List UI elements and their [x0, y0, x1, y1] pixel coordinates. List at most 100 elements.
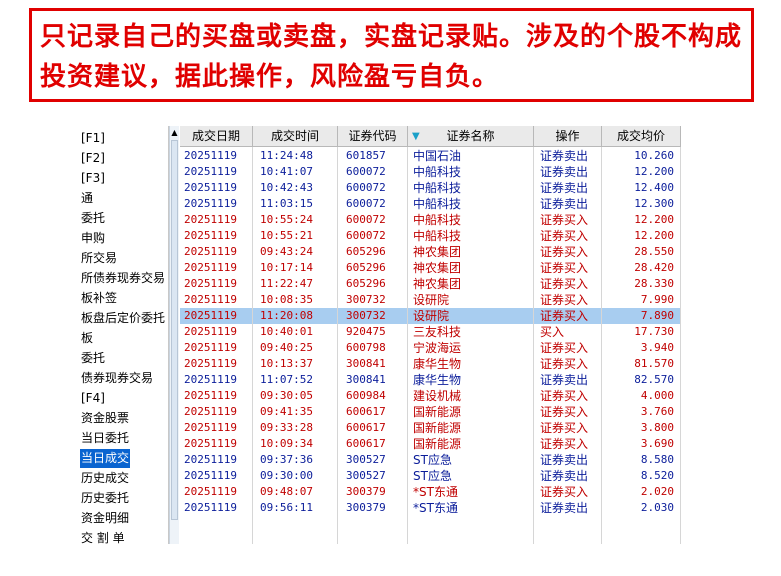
- column-header-operation[interactable]: 操作: [534, 126, 602, 147]
- menu-item[interactable]: 委托: [80, 349, 106, 368]
- table-row[interactable]: 20251119 09:48:07 300379 *ST东通 证券买入 2.020: [180, 484, 681, 500]
- menu-item[interactable]: 当日委托: [80, 429, 130, 448]
- menu-item[interactable]: 委托: [80, 209, 106, 228]
- table-row[interactable]: 20251119 09:37:36 300527 ST应急 证券卖出 8.580: [180, 452, 681, 468]
- menu-item[interactable]: [F4]: [80, 389, 106, 408]
- trade-time-cell: 09:37:36: [253, 452, 338, 468]
- column-header-time[interactable]: 成交时间: [253, 126, 338, 147]
- trade-time-cell: 11:20:08: [253, 308, 338, 324]
- table-row[interactable]: 20251119 10:55:24 600072 中船科技 证券买入 12.200: [180, 212, 681, 228]
- operation-cell: 证券买入: [534, 484, 602, 500]
- table-row[interactable]: 20251119 09:43:24 605296 神农集团 证券买入 28.550: [180, 244, 681, 260]
- menu-item[interactable]: 所债券现券交易: [80, 269, 166, 288]
- avg-price-cell: 8.520: [602, 468, 681, 484]
- table-row[interactable]: 20251119 10:13:37 300841 康华生物 证券买入 81.570: [180, 356, 681, 372]
- security-code-cell: 600984: [338, 388, 408, 404]
- menu-item[interactable]: [F2]: [80, 149, 106, 168]
- security-name-cell: *ST东通: [408, 500, 534, 516]
- table-row[interactable]: 20251119 09:40:25 600798 宁波海运 证券买入 3.940: [180, 340, 681, 356]
- menu-item[interactable]: 通: [80, 189, 94, 208]
- operation-cell: 证券买入: [534, 276, 602, 292]
- operation-cell: 证券卖出: [534, 372, 602, 388]
- security-name-cell: *ST东通: [408, 484, 534, 500]
- avg-price-cell: 3.940: [602, 340, 681, 356]
- avg-price-cell: 8.580: [602, 452, 681, 468]
- security-code-cell: 605296: [338, 244, 408, 260]
- table-row[interactable]: 20251119 09:41:35 600617 国新能源 证券买入 3.760: [180, 404, 681, 420]
- table-row[interactable]: 20251119 10:09:34 600617 国新能源 证券买入 3.690: [180, 436, 681, 452]
- menu-item[interactable]: 历史委托: [80, 489, 130, 508]
- table-row[interactable]: 20251119 11:22:47 605296 神农集团 证券买入 28.330: [180, 276, 681, 292]
- table-row[interactable]: 20251119 11:07:52 300841 康华生物 证券卖出 82.570: [180, 372, 681, 388]
- table-row[interactable]: 20251119 10:42:43 600072 中船科技 证券卖出 12.400: [180, 180, 681, 196]
- trade-date-cell: 20251119: [180, 372, 253, 388]
- menu-item[interactable]: 板补签: [80, 289, 118, 308]
- security-code-cell: 600617: [338, 404, 408, 420]
- avg-price-cell: 17.730: [602, 324, 681, 340]
- security-name-cell: 康华生物: [408, 356, 534, 372]
- menu-item[interactable]: 当日成交: [80, 449, 131, 468]
- menu-item[interactable]: 资金明细: [80, 509, 130, 528]
- trade-date-cell: 20251119: [180, 420, 253, 436]
- menu-item[interactable]: 交 割 单: [80, 529, 126, 544]
- table-row[interactable]: 20251119 11:03:15 600072 中船科技 证券卖出 12.300: [180, 196, 681, 212]
- trade-time-cell: 09:30:05: [253, 388, 338, 404]
- menu-item[interactable]: 资金股票: [80, 409, 130, 428]
- menu-item[interactable]: [F3]: [80, 169, 106, 188]
- menu-item[interactable]: [F1]: [80, 129, 106, 148]
- avg-price-cell: 28.550: [602, 244, 681, 260]
- menu-item[interactable]: 债券现券交易: [80, 369, 154, 388]
- operation-cell: 证券卖出: [534, 196, 602, 212]
- avg-price-cell: 3.800: [602, 420, 681, 436]
- security-code-cell: 601857: [338, 148, 408, 164]
- table-row[interactable]: 20251119 10:40:01 920475 三友科技 买入 17.730: [180, 324, 681, 340]
- security-code-cell: 300841: [338, 372, 408, 388]
- trade-time-cell: 11:22:47: [253, 276, 338, 292]
- trade-time-cell: 09:33:28: [253, 420, 338, 436]
- column-header-code[interactable]: 证券代码: [338, 126, 408, 147]
- table-row[interactable]: 20251119 11:20:08 300732 设研院 证券买入 7.890: [180, 308, 681, 324]
- scroll-thumb[interactable]: [171, 140, 178, 520]
- security-code-cell: 600072: [338, 164, 408, 180]
- table-row[interactable]: 20251119 09:56:11 300379 *ST东通 证券卖出 2.030: [180, 500, 681, 516]
- trade-time-cell: 09:41:35: [253, 404, 338, 420]
- security-code-cell: 600072: [338, 212, 408, 228]
- avg-price-cell: 81.570: [602, 356, 681, 372]
- table-row[interactable]: 20251119 11:24:48 601857 中国石油 证券卖出 10.260: [180, 148, 681, 164]
- trade-time-cell: 11:03:15: [253, 196, 338, 212]
- security-code-cell: 605296: [338, 276, 408, 292]
- trade-time-cell: 10:42:43: [253, 180, 338, 196]
- column-header-avg-price[interactable]: 成交均价: [602, 126, 681, 147]
- avg-price-cell: 7.990: [602, 292, 681, 308]
- column-header-name[interactable]: ▼ 证券名称: [408, 126, 534, 147]
- avg-price-cell: 12.200: [602, 164, 681, 180]
- table-row[interactable]: 20251119 10:41:07 600072 中船科技 证券卖出 12.200: [180, 164, 681, 180]
- trade-date-cell: 20251119: [180, 452, 253, 468]
- operation-cell: 证券买入: [534, 340, 602, 356]
- security-name-cell: 设研院: [408, 292, 534, 308]
- operation-cell: 证券买入: [534, 244, 602, 260]
- table-row[interactable]: 20251119 10:08:35 300732 设研院 证券买入 7.990: [180, 292, 681, 308]
- security-code-cell: 600072: [338, 228, 408, 244]
- security-code-cell: 300527: [338, 452, 408, 468]
- operation-cell: 证券卖出: [534, 468, 602, 484]
- menu-item[interactable]: 板盘后定价委托: [80, 309, 166, 328]
- avg-price-cell: 12.200: [602, 228, 681, 244]
- column-header-date[interactable]: 成交日期: [180, 126, 253, 147]
- avg-price-cell: 12.300: [602, 196, 681, 212]
- scroll-up-arrow-icon[interactable]: ▲: [170, 128, 179, 138]
- trade-date-cell: 20251119: [180, 196, 253, 212]
- avg-price-cell: 3.690: [602, 436, 681, 452]
- security-code-cell: 600072: [338, 180, 408, 196]
- operation-cell: 证券买入: [534, 404, 602, 420]
- table-row[interactable]: 20251119 10:55:21 600072 中船科技 证券买入 12.200: [180, 228, 681, 244]
- menu-scrollbar[interactable]: ▲: [169, 126, 179, 544]
- menu-item[interactable]: 所交易: [80, 249, 118, 268]
- menu-item[interactable]: 板: [80, 329, 94, 348]
- table-row[interactable]: 20251119 09:33:28 600617 国新能源 证券买入 3.800: [180, 420, 681, 436]
- table-row[interactable]: 20251119 10:17:14 605296 神农集团 证券买入 28.420: [180, 260, 681, 276]
- menu-item[interactable]: 申购: [80, 229, 106, 248]
- table-row[interactable]: 20251119 09:30:00 300527 ST应急 证券卖出 8.520: [180, 468, 681, 484]
- menu-item[interactable]: 历史成交: [80, 469, 130, 488]
- table-row[interactable]: 20251119 09:30:05 600984 建设机械 证券买入 4.000: [180, 388, 681, 404]
